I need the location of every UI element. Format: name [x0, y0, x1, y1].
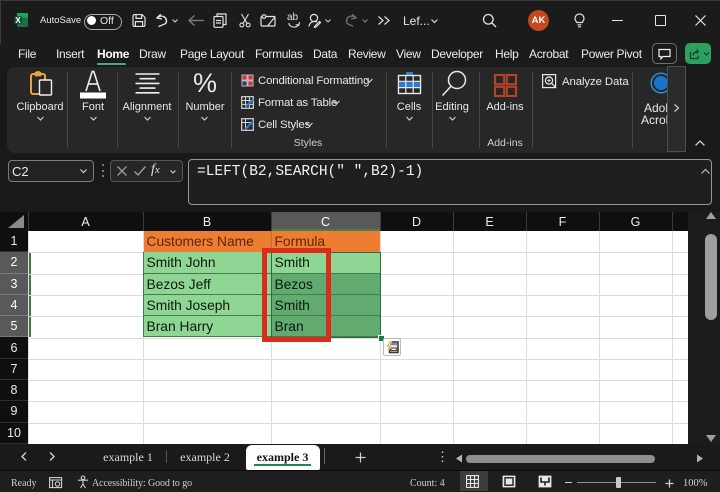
svg-text:X: X	[15, 15, 21, 25]
